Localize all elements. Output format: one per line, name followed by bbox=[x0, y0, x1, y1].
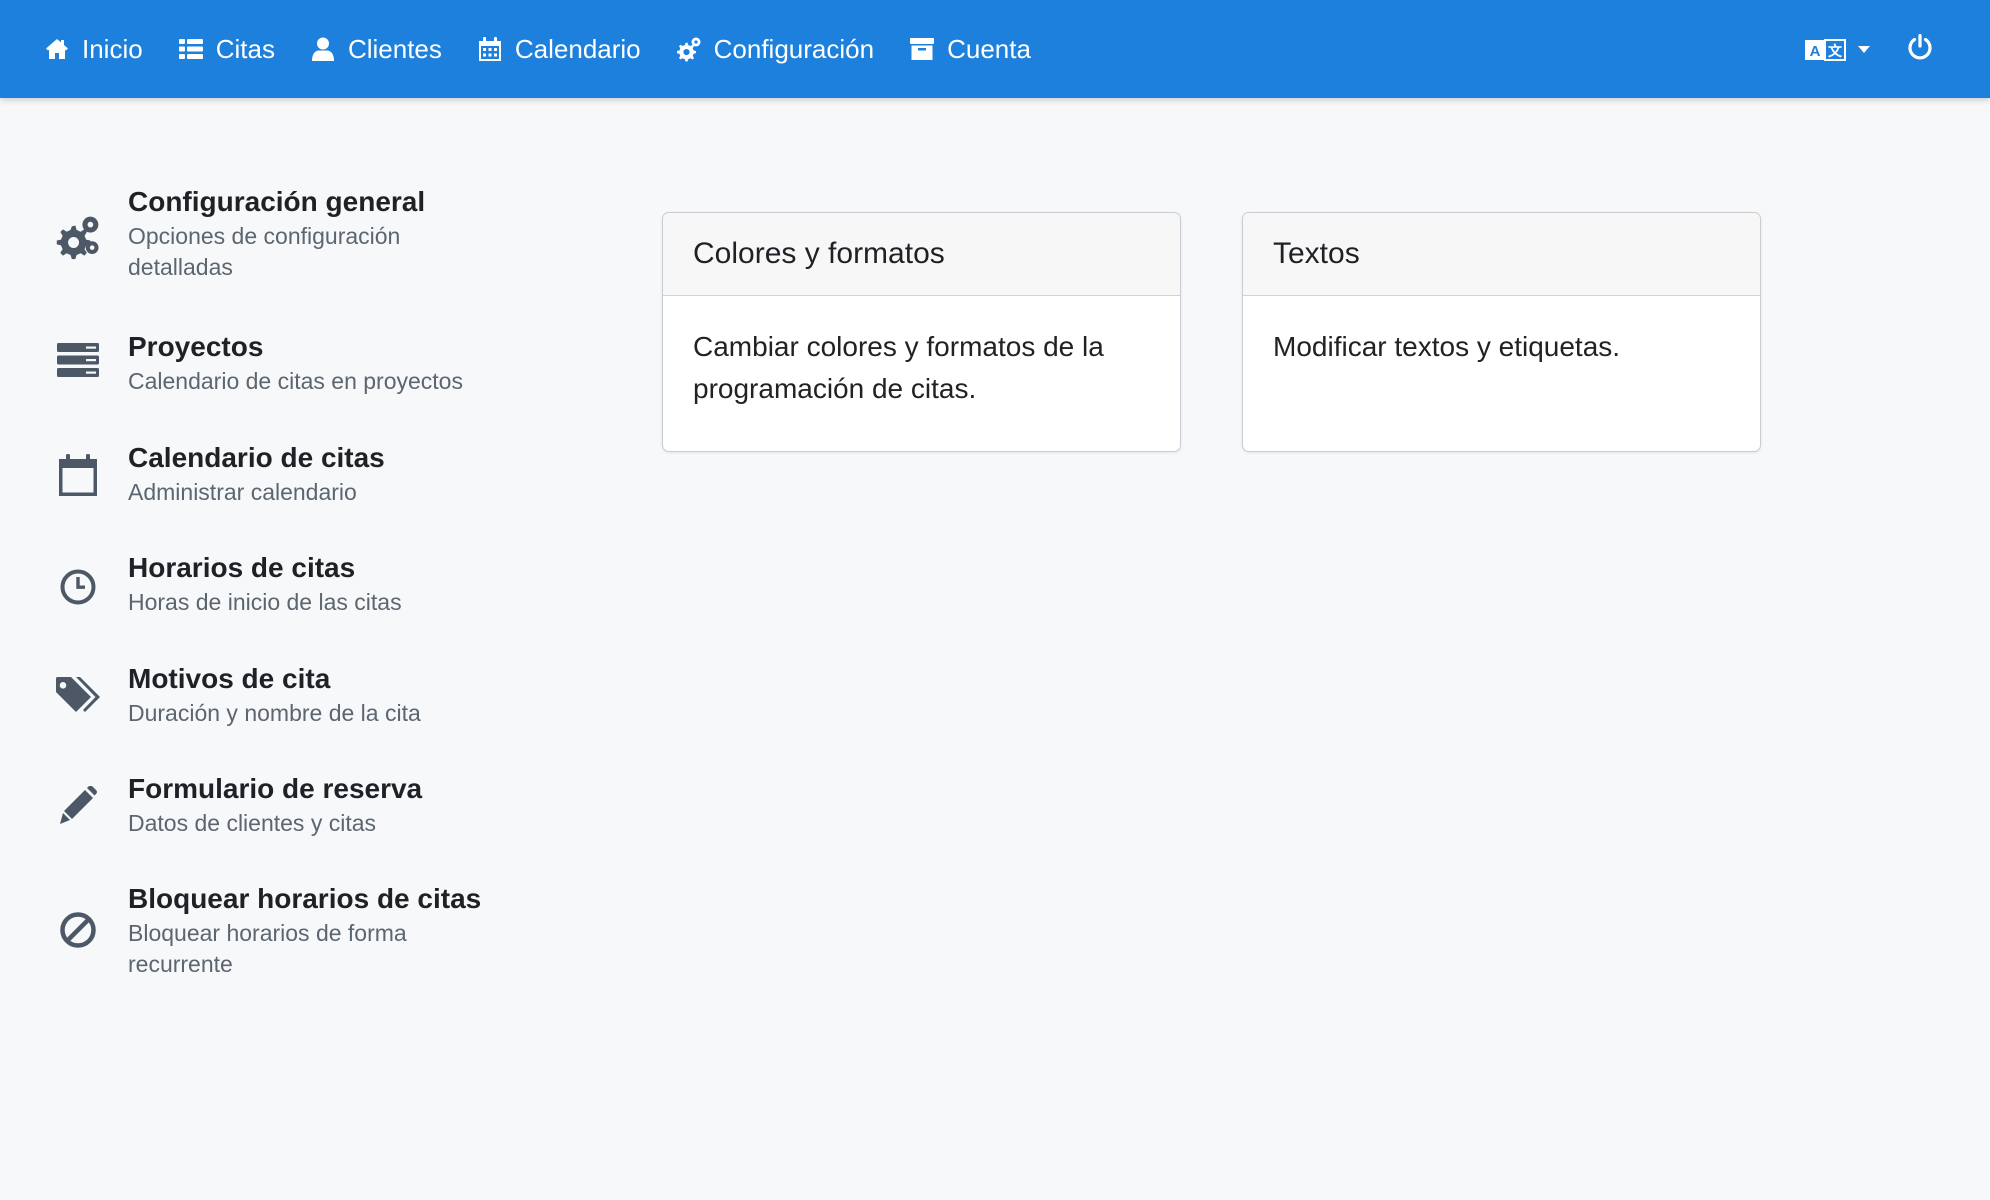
clock-icon-wrap bbox=[54, 563, 102, 611]
sidebar-item-desc: Administrar calendario bbox=[128, 479, 357, 505]
svg-text:文: 文 bbox=[1828, 43, 1843, 60]
sidebar-item-text: Formulario de reserva Datos de clientes … bbox=[128, 772, 422, 839]
sidebar-item-configuracion-general[interactable]: Configuración general Opciones de config… bbox=[54, 185, 514, 283]
sidebar-item-desc: Bloquear horarios de forma recurrente bbox=[128, 920, 407, 977]
card-title: Colores y formatos bbox=[663, 213, 1180, 296]
sidebar-item-bloquear-horarios[interactable]: Bloquear horarios de citas Bloquear hora… bbox=[54, 882, 514, 980]
nav-citas-label: Citas bbox=[215, 33, 275, 64]
card-textos[interactable]: Textos Modificar textos y etiquetas. bbox=[1242, 212, 1761, 452]
sidebar-item-text: Proyectos Calendario de citas en proyect… bbox=[128, 330, 463, 397]
calendar-icon bbox=[478, 37, 501, 61]
list-icon bbox=[178, 39, 203, 59]
ban-icon bbox=[60, 912, 96, 948]
nav-inicio-label: Inicio bbox=[82, 33, 143, 64]
gears-icon bbox=[676, 37, 701, 62]
nav-inicio[interactable]: Inicio bbox=[44, 34, 143, 65]
sidebar-item-title: Horarios de citas bbox=[128, 552, 356, 583]
sidebar-item-desc: Calendario de citas en proyectos bbox=[128, 368, 463, 394]
language-icon: A 文 bbox=[1805, 39, 1846, 61]
ban-icon-wrap bbox=[54, 906, 102, 954]
card-body: Cambiar colores y formatos de la program… bbox=[693, 331, 1104, 404]
tags-icon-wrap bbox=[54, 672, 102, 720]
sidebar-item-title: Configuración general bbox=[128, 186, 426, 217]
sidebar-item-title: Bloquear horarios de citas bbox=[128, 883, 482, 914]
gears-icon-wrap bbox=[54, 213, 102, 261]
sidebar-item-calendario-de-citas[interactable]: Calendario de citas Administrar calendar… bbox=[54, 441, 514, 508]
gears-icon bbox=[56, 216, 99, 260]
chevron-down-icon bbox=[1858, 45, 1870, 53]
pencil-icon-wrap bbox=[54, 782, 102, 830]
card-title: Textos bbox=[1243, 213, 1760, 296]
calendar-icon-wrap bbox=[54, 451, 102, 499]
card-colores-y-formatos[interactable]: Colores y formatos Cambiar colores y for… bbox=[662, 212, 1181, 452]
nav-citas[interactable]: Citas bbox=[178, 34, 275, 65]
archive-icon bbox=[910, 38, 935, 60]
pencil-icon bbox=[60, 786, 97, 824]
top-navbar: Inicio Citas Clientes Calendario Configu… bbox=[0, 0, 1990, 98]
clock-icon bbox=[60, 569, 96, 605]
sidebar-item-desc: Horas de inicio de las citas bbox=[128, 589, 402, 615]
sidebar-item-motivos-de-cita[interactable]: Motivos de cita Duración y nombre de la … bbox=[54, 662, 514, 729]
card-body: Modificar textos y etiquetas. bbox=[1273, 331, 1621, 362]
user-icon bbox=[311, 37, 334, 61]
home-icon bbox=[46, 39, 68, 59]
language-dropdown[interactable]: A 文 bbox=[1804, 34, 1870, 64]
sidebar-item-text: Bloquear horarios de citas Bloquear hora… bbox=[128, 882, 481, 980]
nav-configuracion-label: Configuración bbox=[713, 33, 875, 64]
server-icon-wrap bbox=[54, 336, 102, 384]
sidebar-item-desc: Datos de clientes y citas bbox=[128, 810, 377, 836]
nav-clientes[interactable]: Clientes bbox=[310, 34, 442, 65]
sidebar-item-formulario-de-reserva[interactable]: Formulario de reserva Datos de clientes … bbox=[54, 772, 514, 839]
sidebar-item-title: Motivos de cita bbox=[128, 663, 331, 694]
sidebar-item-text: Motivos de cita Duración y nombre de la … bbox=[128, 662, 421, 729]
sidebar-item-text: Horarios de citas Horas de inicio de las… bbox=[128, 551, 402, 618]
nav-configuracion[interactable]: Configuración bbox=[676, 34, 874, 65]
nav-clientes-label: Clientes bbox=[347, 33, 442, 64]
power-icon bbox=[1908, 33, 1932, 59]
tags-icon bbox=[56, 677, 100, 712]
nav-right: A 文 bbox=[1804, 0, 1934, 98]
sidebar-item-proyectos[interactable]: Proyectos Calendario de citas en proyect… bbox=[54, 330, 514, 397]
nav-calendario[interactable]: Calendario bbox=[477, 34, 641, 65]
sidebar-item-desc: Opciones de configuración detalladas bbox=[128, 223, 401, 280]
logout-button[interactable] bbox=[1906, 33, 1934, 66]
nav-calendario-label: Calendario bbox=[514, 33, 641, 64]
sidebar-item-title: Calendario de citas bbox=[128, 442, 385, 473]
calendar-icon bbox=[59, 454, 97, 496]
sidebar-item-title: Formulario de reserva bbox=[128, 773, 423, 804]
sidebar-item-desc: Duración y nombre de la cita bbox=[128, 700, 421, 726]
sidebar-item-horarios-de-citas[interactable]: Horarios de citas Horas de inicio de las… bbox=[54, 551, 514, 618]
nav-cuenta-label: Cuenta bbox=[947, 33, 1031, 64]
nav-cuenta[interactable]: Cuenta bbox=[909, 34, 1031, 65]
sidebar-item-text: Configuración general Opciones de config… bbox=[128, 185, 448, 283]
sidebar-item-title: Proyectos bbox=[128, 331, 264, 362]
svg-text:A: A bbox=[1810, 43, 1821, 60]
sidebar-item-text: Calendario de citas Administrar calendar… bbox=[128, 441, 385, 508]
main-nav: Inicio Citas Clientes Calendario Configu… bbox=[44, 0, 1066, 98]
server-icon bbox=[57, 343, 99, 377]
